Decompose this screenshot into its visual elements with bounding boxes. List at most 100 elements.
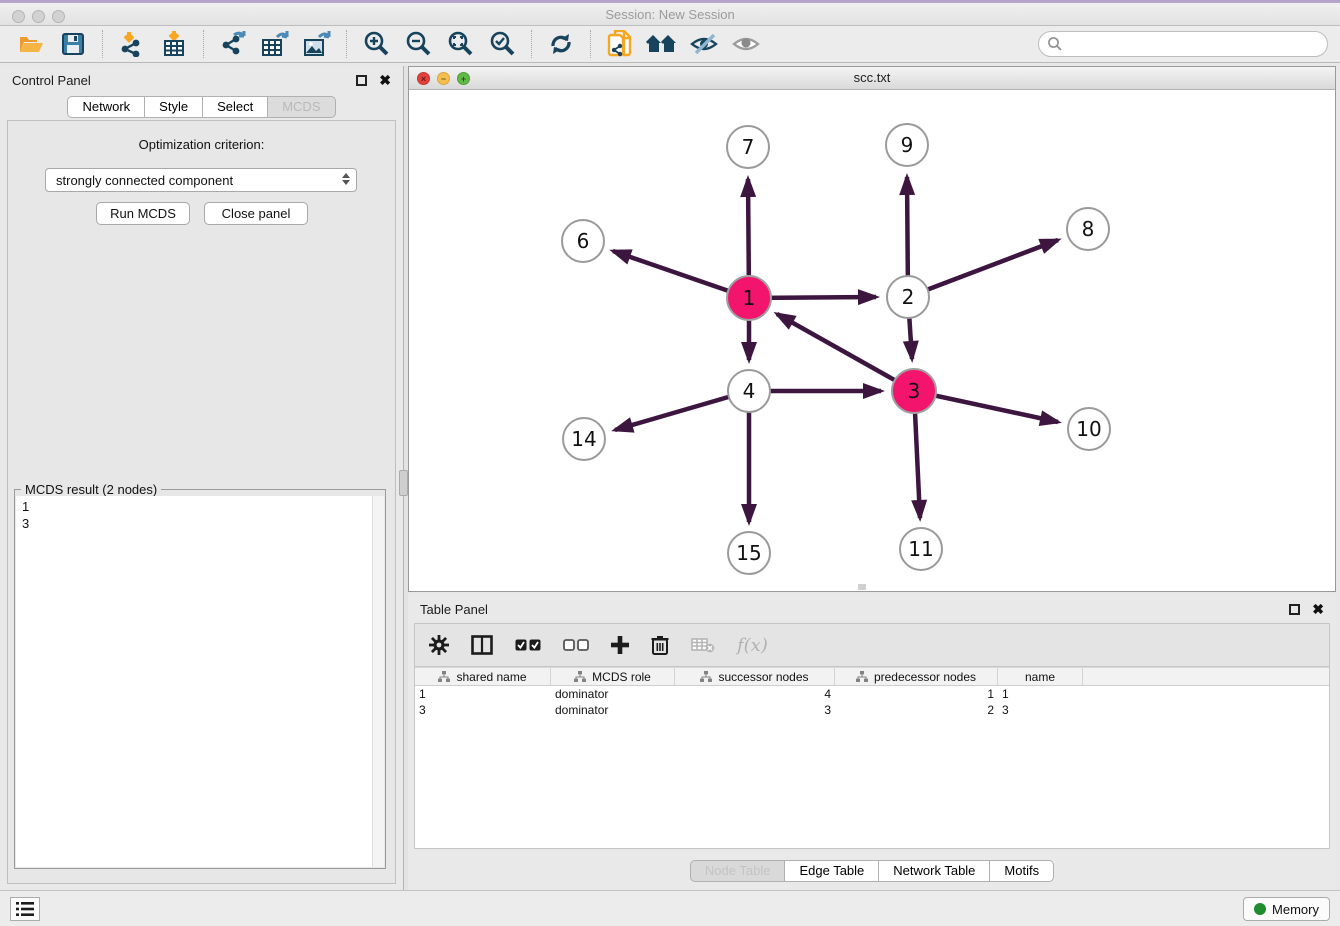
toolbar-separator — [346, 30, 347, 58]
splitter-grip[interactable] — [399, 470, 408, 496]
cell-mcds-role[interactable]: dominator — [551, 687, 675, 701]
zoom-fit-button[interactable] — [443, 29, 477, 59]
export-image-button[interactable] — [300, 29, 334, 59]
delete-table-button[interactable] — [691, 637, 715, 653]
close-table-panel-icon[interactable]: ✖ — [1312, 601, 1324, 618]
column-header-shared-name[interactable]: shared name — [415, 668, 551, 685]
node-1[interactable]: 1 — [726, 275, 772, 321]
result-scrollbar[interactable] — [372, 496, 384, 867]
close-network-light[interactable]: × — [417, 72, 430, 85]
cell-successor-nodes[interactable]: 4 — [675, 687, 835, 701]
double-home-icon — [646, 33, 678, 55]
node-14[interactable]: 14 — [562, 417, 606, 461]
criterion-value: strongly connected component — [56, 173, 233, 188]
zoom-network-light[interactable]: + — [457, 72, 470, 85]
copy-style-button[interactable] — [603, 29, 637, 59]
close-window-light[interactable] — [12, 10, 25, 23]
node-3[interactable]: 3 — [891, 368, 937, 414]
node-table: shared name MCDS role successor nodes pr… — [414, 667, 1330, 849]
refresh-view-button[interactable] — [544, 29, 578, 59]
float-panel-icon[interactable] — [356, 75, 367, 86]
tab-motifs[interactable]: Motifs — [990, 860, 1054, 882]
criterion-select[interactable]: strongly connected component — [45, 168, 357, 192]
task-history-button[interactable] — [10, 897, 40, 921]
close-panel-button[interactable]: Close panel — [204, 202, 308, 225]
open-folder-icon — [18, 33, 44, 55]
network-canvas[interactable]: 7 9 6 8 1 2 4 3 14 10 15 11 — [409, 90, 1335, 591]
minimize-window-light[interactable] — [32, 10, 45, 23]
tab-select[interactable]: Select — [203, 96, 268, 118]
control-panel-header: Control Panel ✖ — [0, 66, 403, 94]
add-column-button[interactable] — [611, 636, 629, 654]
node-9[interactable]: 9 — [885, 123, 929, 167]
first-neighbors-button[interactable] — [645, 29, 679, 59]
window-titlebar: Session: New Session — [0, 0, 1340, 26]
tab-mcds[interactable]: MCDS — [268, 96, 335, 118]
show-all-button[interactable] — [729, 29, 763, 59]
minimize-network-light[interactable]: − — [437, 72, 450, 85]
column-header-successor-nodes[interactable]: successor nodes — [675, 668, 835, 685]
cell-predecessor-nodes[interactable]: 2 — [835, 703, 998, 717]
cell-shared-name[interactable]: 1 — [415, 687, 551, 701]
node-10[interactable]: 10 — [1067, 407, 1111, 451]
tab-node-table[interactable]: Node Table — [690, 860, 786, 882]
cell-mcds-role[interactable]: dominator — [551, 703, 675, 717]
hide-selected-button[interactable] — [687, 29, 721, 59]
export-network-button[interactable] — [216, 29, 250, 59]
memory-status-icon — [1254, 903, 1266, 915]
tab-edge-table[interactable]: Edge Table — [785, 860, 879, 882]
zoom-out-button[interactable] — [401, 29, 435, 59]
function-builder-button[interactable]: f(x) — [737, 635, 768, 656]
table-row[interactable]: 1 dominator 4 1 1 — [415, 686, 1329, 702]
network-window-title: scc.txt — [409, 67, 1335, 89]
save-session-button[interactable] — [56, 29, 90, 59]
close-panel-icon[interactable]: ✖ — [379, 72, 391, 89]
cell-name[interactable]: 1 — [998, 687, 1083, 701]
column-label: name — [1025, 670, 1055, 684]
tab-network[interactable]: Network — [67, 96, 145, 118]
edge-2-8[interactable] — [908, 240, 1058, 297]
cell-successor-nodes[interactable]: 3 — [675, 703, 835, 717]
column-tree-icon — [856, 671, 868, 683]
canvas-scroll-grip[interactable] — [858, 584, 866, 590]
show-columns-button[interactable] — [471, 635, 493, 655]
column-label: predecessor nodes — [874, 670, 976, 684]
unselect-all-columns-button[interactable] — [563, 639, 589, 652]
run-mcds-button[interactable]: Run MCDS — [96, 202, 190, 225]
zoom-in-button[interactable] — [359, 29, 393, 59]
import-network-button[interactable] — [115, 29, 149, 59]
cell-name[interactable]: 3 — [998, 703, 1083, 717]
column-header-name[interactable]: name — [998, 668, 1083, 685]
column-header-mcds-role[interactable]: MCDS role — [551, 668, 675, 685]
node-8[interactable]: 8 — [1066, 207, 1110, 251]
table-row[interactable]: 3 dominator 3 2 3 — [415, 702, 1329, 718]
cell-shared-name[interactable]: 3 — [415, 703, 551, 717]
node-11[interactable]: 11 — [899, 527, 943, 571]
open-session-button[interactable] — [14, 29, 48, 59]
search-input[interactable] — [1063, 37, 1327, 52]
float-table-panel-icon[interactable] — [1289, 604, 1300, 615]
zoom-window-light[interactable] — [52, 10, 65, 23]
node-7[interactable]: 7 — [726, 125, 770, 169]
memory-button[interactable]: Memory — [1243, 897, 1330, 921]
tab-style[interactable]: Style — [145, 96, 203, 118]
search-field[interactable] — [1038, 31, 1328, 57]
node-4[interactable]: 4 — [727, 369, 771, 413]
node-15[interactable]: 15 — [727, 531, 771, 575]
mcds-result-text[interactable]: 1 3 — [16, 496, 384, 867]
export-table-button[interactable] — [258, 29, 292, 59]
column-header-predecessor-nodes[interactable]: predecessor nodes — [835, 668, 998, 685]
table-options-button[interactable] — [429, 635, 449, 655]
zoom-selected-button[interactable] — [485, 29, 519, 59]
network-window-titlebar[interactable]: × − + scc.txt — [409, 67, 1335, 90]
tab-network-table[interactable]: Network Table — [879, 860, 990, 882]
import-table-button[interactable] — [157, 29, 191, 59]
cell-predecessor-nodes[interactable]: 1 — [835, 687, 998, 701]
column-tree-icon — [438, 671, 450, 683]
select-all-columns-button[interactable] — [515, 639, 541, 652]
node-6[interactable]: 6 — [561, 219, 605, 263]
node-2[interactable]: 2 — [886, 275, 930, 319]
select-stepper-icon — [342, 173, 350, 185]
column-label: successor nodes — [718, 670, 808, 684]
delete-columns-button[interactable] — [651, 635, 669, 655]
